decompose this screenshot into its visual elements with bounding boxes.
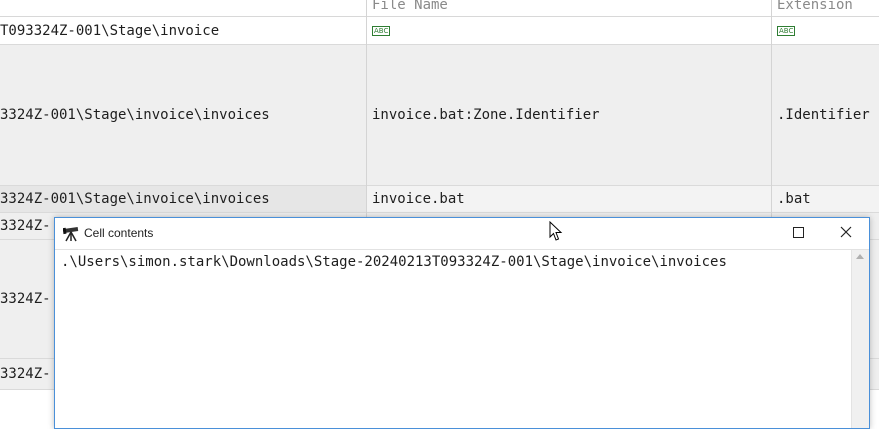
cell-extension[interactable]: .bat <box>777 186 879 212</box>
cell-contents-text: .\Users\simon.stark\Downloads\Stage-2024… <box>61 254 727 270</box>
cell-file-name-text: invoice.bat:Zone.Identifier <box>372 107 600 123</box>
column-header-path[interactable] <box>0 0 366 17</box>
cell-extension-text: .bat <box>777 191 811 207</box>
scroll-up-arrow-icon[interactable] <box>856 254 864 259</box>
mouse-cursor-icon <box>549 220 563 246</box>
telescope-icon <box>62 226 80 246</box>
cell-extension[interactable]: .Identifier <box>777 45 879 185</box>
table-row[interactable]: 3324Z-001\Stage\invoice\invoices invoice… <box>0 45 879 186</box>
cell-contents-dialog: Cell contents .\Users\simon.stark\Downlo… <box>54 217 870 429</box>
filter-path-value: T093324Z-001\Stage\invoice <box>0 22 220 39</box>
close-button[interactable] <box>823 218 869 249</box>
table-row[interactable]: 3324Z-001\Stage\invoice\invoices invoice… <box>0 186 879 213</box>
maximize-icon <box>792 226 804 242</box>
cell-path-text: 3324Z- <box>0 366 51 382</box>
cell-file-name[interactable]: invoice.bat:Zone.Identifier <box>372 45 770 185</box>
column-header-extension[interactable]: Extension <box>772 0 879 17</box>
column-header-extension-label: Extension <box>777 0 853 13</box>
filter-row: T093324Z-001\Stage\invoice ABC ABC <box>0 17 879 45</box>
cell-path-text: 3324Z-001\Stage\invoice\invoices <box>0 107 270 123</box>
filter-cell-extension[interactable]: ABC <box>777 17 877 44</box>
abc-filter-icon: ABC <box>777 25 796 36</box>
cell-path[interactable]: 3324Z-001\Stage\invoice\invoices <box>0 45 366 185</box>
column-header-file-name-label: File Name <box>372 0 448 13</box>
abc-filter-icon: ABC <box>372 25 391 36</box>
cell-contents-textarea[interactable]: .\Users\simon.stark\Downloads\Stage-2024… <box>55 250 851 428</box>
cell-file-name[interactable]: invoice.bat <box>372 186 770 212</box>
filter-cell-path[interactable]: T093324Z-001\Stage\invoice <box>0 17 366 44</box>
cell-path-text: 3324Z- <box>0 291 51 307</box>
dialog-title: Cell contents <box>84 226 154 240</box>
vertical-scrollbar[interactable] <box>851 250 869 428</box>
cell-path-text: 3324Z- <box>0 218 51 234</box>
column-header-file-name[interactable]: File Name <box>367 0 771 17</box>
close-icon <box>840 226 852 242</box>
cell-file-name-text: invoice.bat <box>372 191 465 207</box>
dialog-titlebar[interactable]: Cell contents <box>55 218 869 250</box>
maximize-button[interactable] <box>775 218 821 249</box>
cell-path[interactable]: 3324Z-001\Stage\invoice\invoices <box>0 186 366 212</box>
filter-cell-file-name[interactable]: ABC <box>372 17 752 44</box>
cell-path-text: 3324Z-001\Stage\invoice\invoices <box>0 191 270 207</box>
cell-extension-text: .Identifier <box>777 107 870 123</box>
